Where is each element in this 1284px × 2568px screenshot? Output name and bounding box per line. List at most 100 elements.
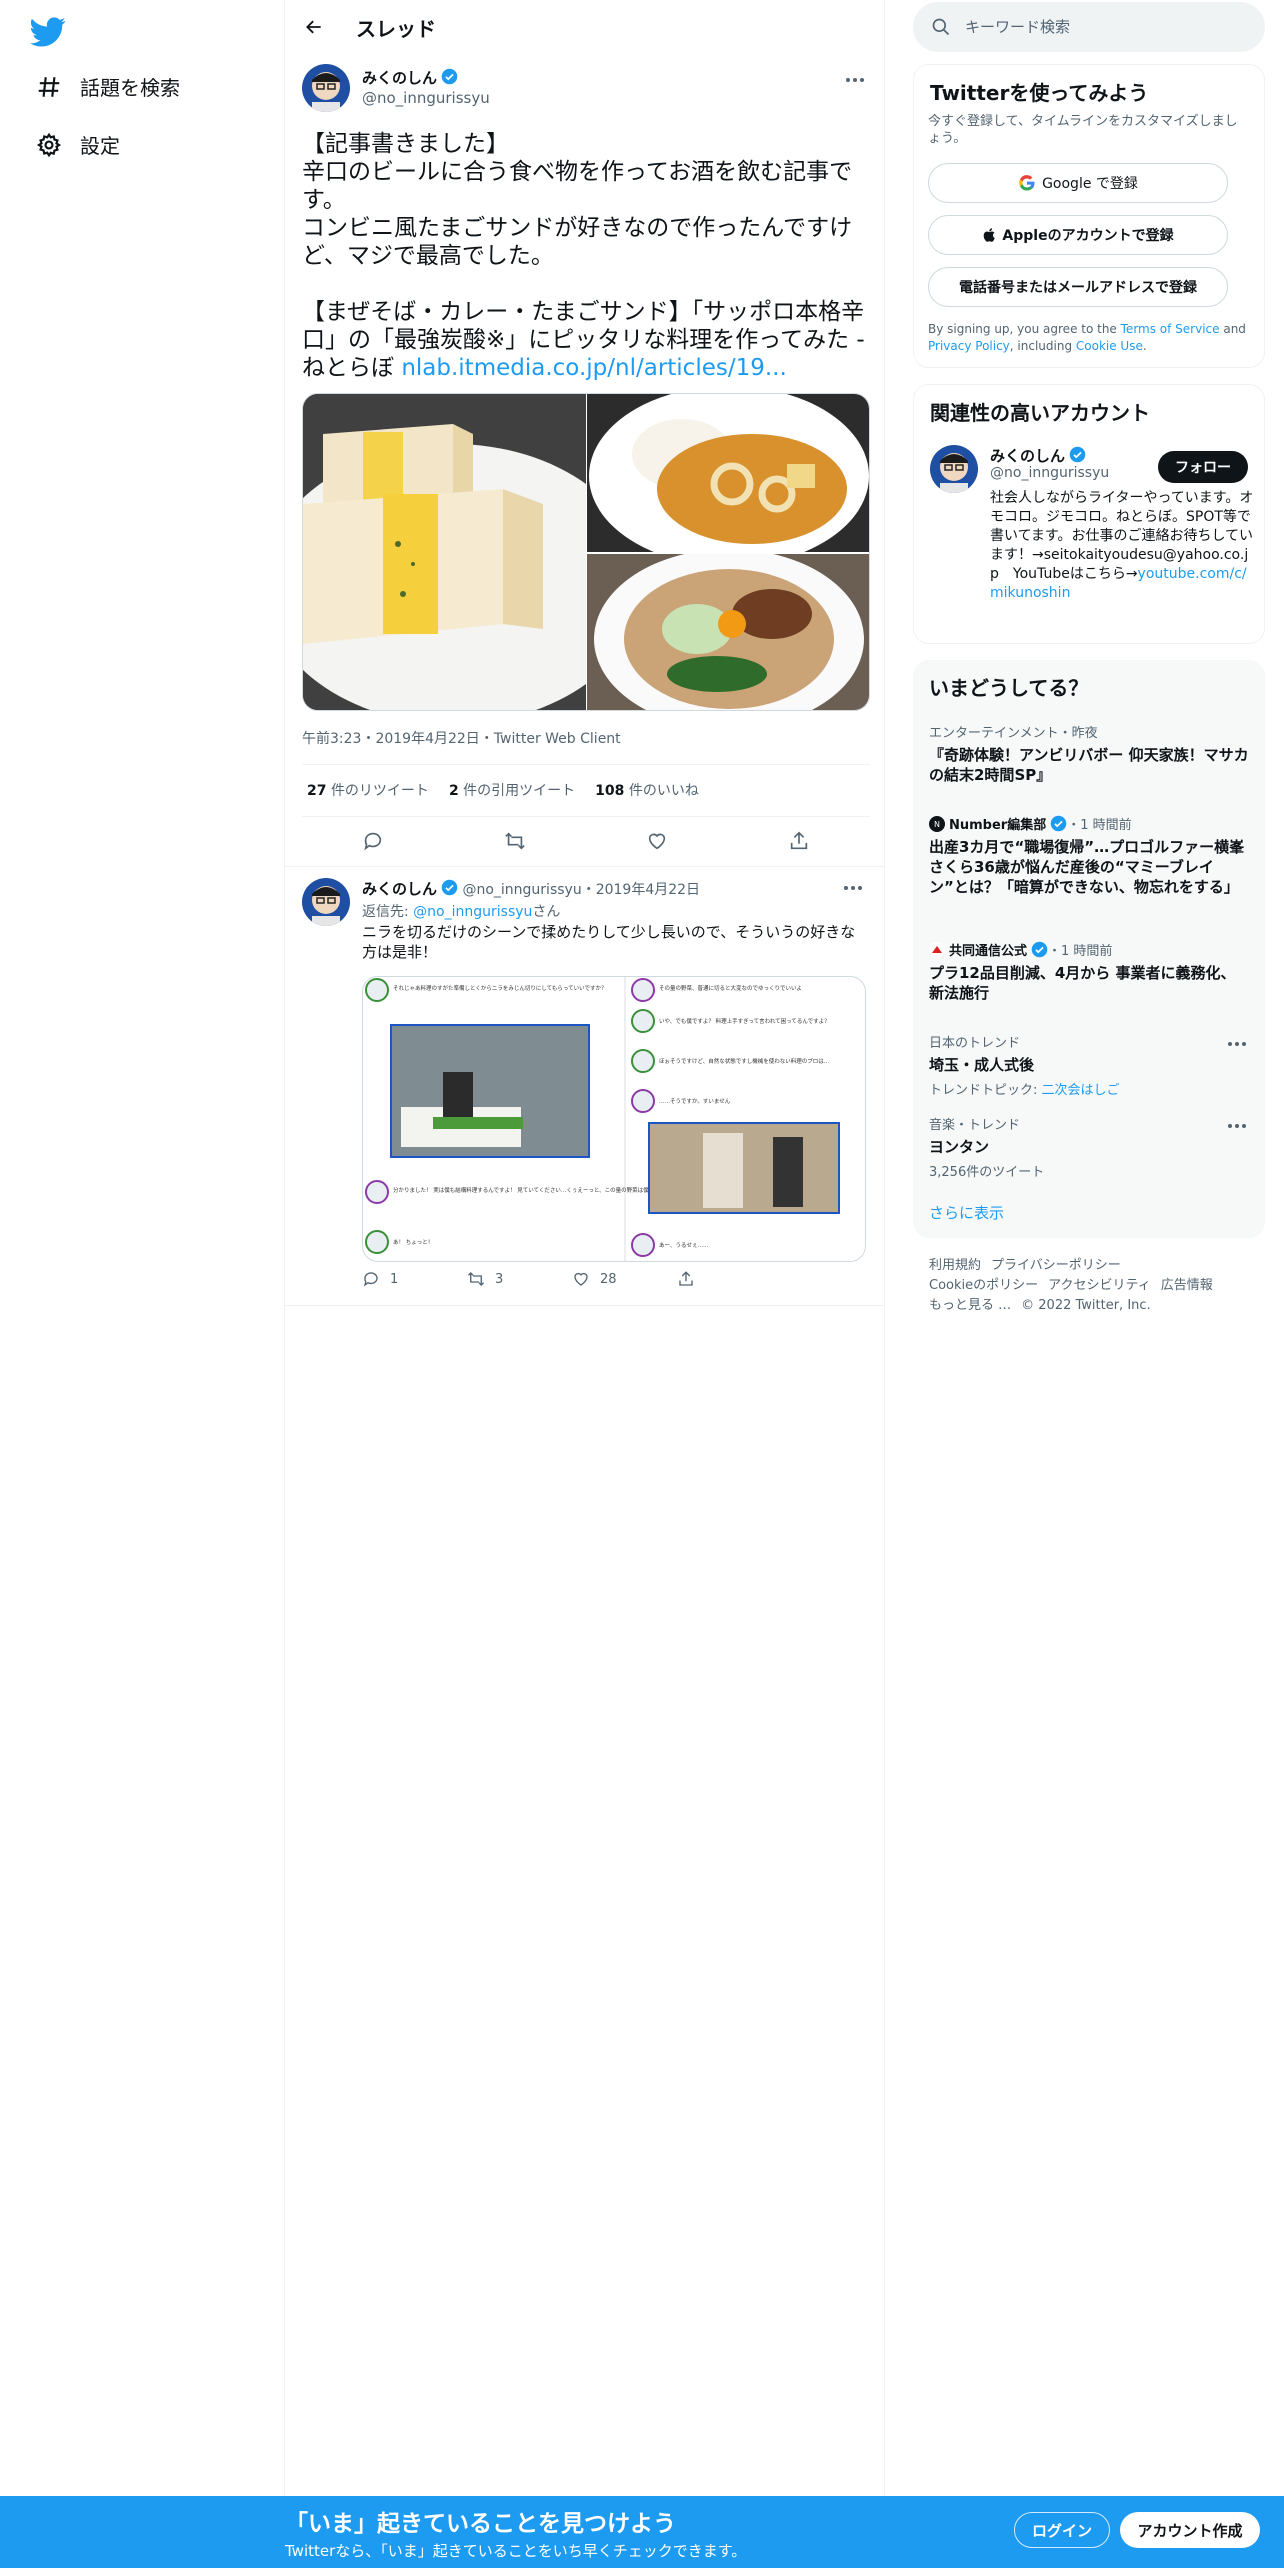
author-name[interactable]: みくのしん (362, 69, 437, 87)
footer-link[interactable]: もっと見る … (929, 1298, 1011, 1313)
reply-author-name[interactable]: みくのしん (362, 880, 437, 898)
cookie-use-link[interactable]: Cookie Use (1076, 339, 1143, 353)
quotes-stat[interactable]: 2 件の引用ツイート (449, 780, 575, 800)
more-options-icon[interactable] (1225, 1118, 1249, 1134)
avatar[interactable] (302, 64, 350, 112)
back-button[interactable] (294, 7, 334, 47)
reply-tweet[interactable]: みくのしん @no_inngurissyu・2019年4月22日 返信先: @n… (285, 866, 885, 1306)
likes-label: 件のいいね (628, 783, 699, 799)
nav-settings[interactable]: 設定 (36, 130, 120, 159)
trend-item[interactable]: 音楽・トレンド ヨンタン 3,256件のツイート (929, 1114, 1249, 1180)
share-button[interactable] (782, 824, 816, 858)
heart-icon (648, 833, 666, 850)
author-handle[interactable]: @no_inngurissyu (362, 88, 490, 108)
retweets-stat[interactable]: 27 件のリツイート (307, 780, 429, 800)
bottom-signup-bar: 「いま」起きていることを見つけよう Twitterなら、「いま」起きていることを… (0, 2496, 1284, 2568)
related-name[interactable]: みくのしん (990, 447, 1065, 465)
trend-topic-link[interactable]: 二次会はしご (1042, 1083, 1120, 1098)
more-options-icon[interactable] (840, 70, 870, 90)
article-link[interactable]: nlab.itmedia.co.jp/nl/articles/19... (401, 355, 787, 381)
photo-mazesoba[interactable] (587, 554, 869, 710)
trend-category: 日本のトレンド (929, 1036, 1021, 1051)
apple-signup-button[interactable]: Appleのアカウントで登録 (928, 215, 1228, 255)
search-input[interactable] (965, 18, 1245, 36)
photo-grid (302, 393, 870, 711)
verified-badge-icon (441, 879, 458, 896)
nav-explore-label: 話題を検索 (80, 76, 180, 100)
terms-of-service-link[interactable]: Terms of Service (1121, 322, 1220, 336)
trend-item[interactable]: エンターテインメント・昨夜 『奇跡体験！アンビリバボー 仰天家族！マサカの結末2… (929, 722, 1249, 785)
footer-link[interactable]: アクセシビリティ (1048, 1278, 1151, 1293)
tweet-stats: 27 件のリツイート 2 件の引用ツイート 108 件のいいね (307, 780, 699, 800)
verified-badge-icon (441, 68, 458, 85)
reply-retweet-count: 3 (495, 1271, 504, 1287)
twitter-logo-icon[interactable] (30, 14, 66, 50)
show-more-link[interactable]: さらに表示 (929, 1202, 1004, 1223)
retweets-label: 件のリツイート (330, 783, 429, 799)
svg-text:N: N (934, 820, 940, 829)
trend-category: 音楽・トレンド (929, 1118, 1021, 1133)
bottom-bar-title: 「いま」起きていることを見つけよう (285, 2511, 676, 2537)
more-options-icon[interactable] (1225, 1036, 1249, 1052)
footer-link[interactable]: Cookieのポリシー (929, 1278, 1038, 1293)
reply-comic-image[interactable]: それじゃあ料理のすがた準備しとくからニラをみじん切りにしてもらっていいですか？ … (362, 976, 866, 1262)
mazesoba-image-icon (587, 554, 869, 710)
main-tweet: みくのしん @no_inngurissyu 【記事書きました】 辛口のビールに合う… (302, 64, 870, 382)
search-bar[interactable] (913, 2, 1265, 52)
privacy-policy-link[interactable]: Privacy Policy (928, 339, 1010, 353)
trend-source: 共同通信公式 (949, 944, 1028, 959)
thread-header: スレッド (285, 0, 885, 54)
comic-image-icon: それじゃあ料理のすがた準備しとくからニラをみじん切りにしてもらっていいですか？ … (365, 977, 840, 1261)
reply-share-button[interactable] (677, 1270, 782, 1288)
reply-avatar[interactable] (302, 878, 350, 926)
footer-link[interactable]: 広告情報 (1161, 1278, 1213, 1293)
page-title: スレッド (356, 16, 436, 41)
reply-reply-button[interactable]: 1 (362, 1270, 467, 1288)
retweet-icon (468, 1272, 484, 1286)
reply-actions: 1 3 28 (362, 1270, 782, 1288)
related-handle[interactable]: @no_inngurissyu (990, 465, 1109, 481)
divider (302, 764, 870, 765)
follow-button[interactable]: フォロー (1158, 451, 1248, 483)
likes-count: 108 (595, 783, 625, 799)
likes-stat[interactable]: 108 件のいいね (595, 780, 699, 800)
more-options-icon[interactable] (838, 878, 868, 898)
replying-to-link[interactable]: @no_inngurissyu (413, 904, 532, 920)
related-accounts-card: 関連性の高いアカウント みくのしん @no_inngurissyu フォロー 社… (913, 384, 1265, 644)
reply-author-handle[interactable]: @no_inngurissyu (462, 882, 581, 898)
trend-item[interactable]: 日本のトレンド 埼玉・成人式後 トレンドトピック: 二次会はしご (929, 1032, 1249, 1098)
trend-item[interactable]: 共同通信公式 ・1 時間前 プラ12品目削減、4月から 事業者に義務化、新法施行 (929, 940, 1249, 1003)
google-signup-button[interactable]: Google で登録 (928, 163, 1228, 203)
nav-settings-label: 設定 (80, 134, 120, 158)
phone-email-signup-button[interactable]: 電話番号またはメールアドレスで登録 (928, 267, 1228, 307)
footer-link[interactable]: 利用規約 (929, 1258, 981, 1273)
trend-item[interactable]: N Number編集部 ・1 時間前 出産3カ月で“職場復帰”…プロゴルファー横… (929, 814, 1249, 897)
nav-explore[interactable]: 話題を検索 (36, 72, 180, 101)
reply-like-button[interactable]: 28 (572, 1270, 677, 1288)
retweet-button[interactable] (498, 824, 532, 858)
reply-retweet-button[interactable]: 3 (467, 1270, 572, 1288)
quotes-count: 2 (448, 783, 459, 799)
reply-date[interactable]: ・2019年4月22日 (582, 882, 700, 898)
terms-prefix: By signing up, you agree to the (928, 322, 1121, 336)
tweet-actions (302, 824, 870, 860)
reply-icon (363, 1272, 378, 1287)
reply-reply-count: 1 (390, 1271, 399, 1287)
replying-to-suffix: さん (532, 904, 561, 920)
bottom-bar-subtitle: Twitterなら、「いま」起きていることをいち早くチェックできます。 (285, 2542, 747, 2560)
like-button[interactable] (640, 824, 674, 858)
photo-curry[interactable] (587, 394, 869, 552)
photo-egg-sandwich[interactable] (303, 394, 586, 710)
trend-sub-prefix: トレンドトピック: (929, 1083, 1042, 1098)
footer-link[interactable]: プライバシーポリシー (991, 1258, 1121, 1273)
login-button[interactable]: ログイン (1014, 2512, 1110, 2548)
signup-button[interactable]: アカウント作成 (1120, 2512, 1260, 2548)
share-icon (679, 1271, 693, 1286)
tweet-timestamp[interactable]: 午前3:23・2019年4月22日・Twitter Web Client (302, 728, 621, 748)
reply-text: ニラを切るだけのシーンで揉めたりして少し長いので、そういうの好きな方は是非！ (362, 923, 856, 961)
related-avatar[interactable] (930, 445, 978, 493)
reply-button[interactable] (356, 824, 390, 858)
verified-badge-icon (1050, 815, 1067, 832)
comic-line-r1: その量の野菜、普通に切ると大変なのでゆっくりでいいよ (659, 984, 802, 992)
terms-and: and (1219, 322, 1246, 336)
